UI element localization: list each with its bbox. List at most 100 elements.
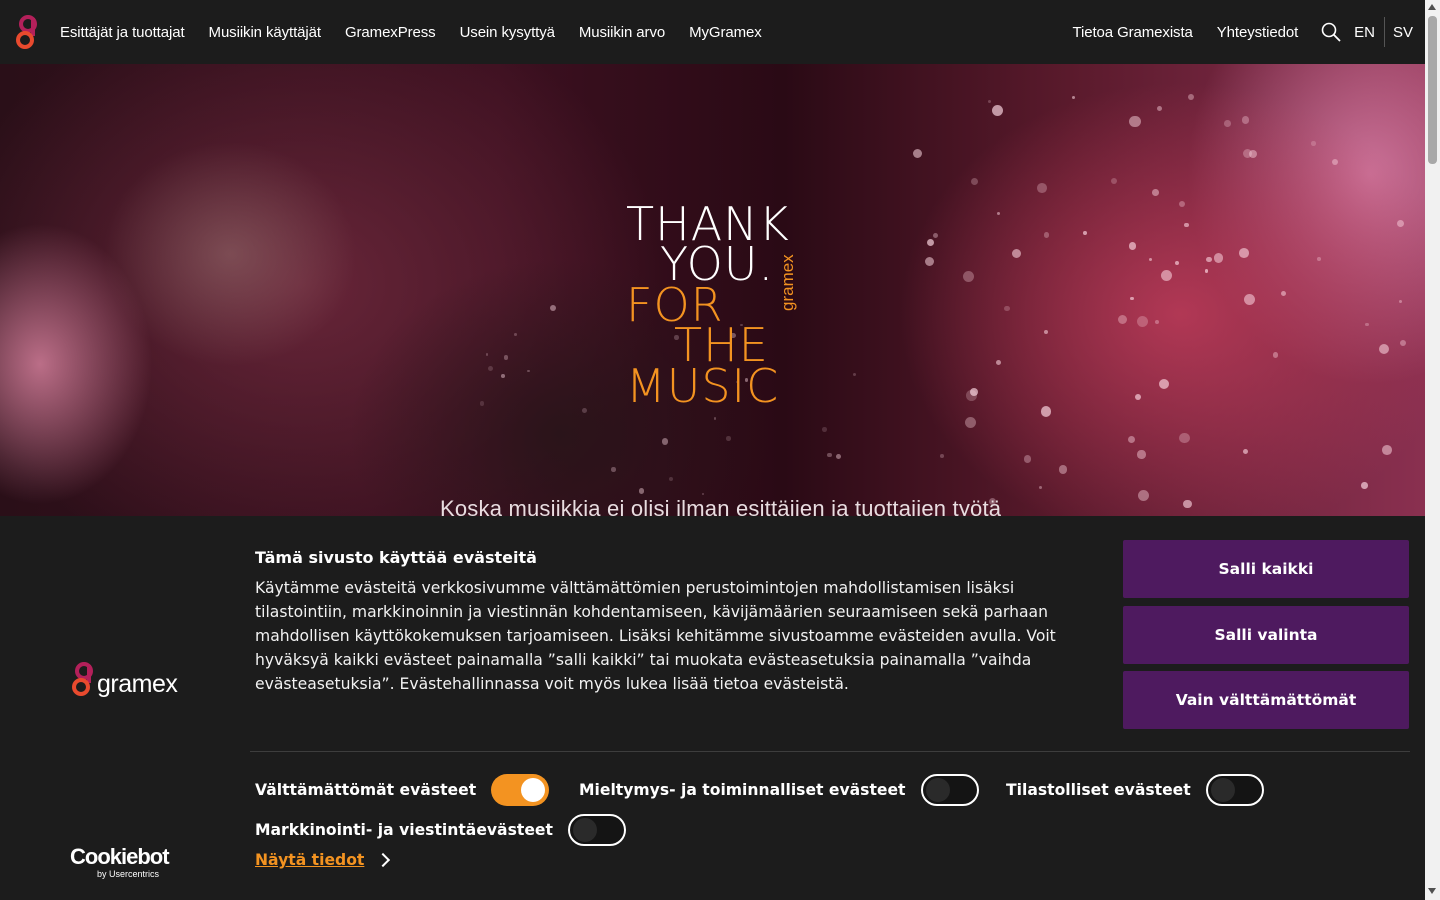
sparkle	[987, 99, 992, 104]
sparkle	[1058, 465, 1068, 474]
sparkle	[1148, 258, 1152, 262]
gramex-mark-icon	[72, 662, 93, 696]
sparkle	[962, 270, 975, 283]
sparkle	[1239, 248, 1249, 259]
scroll-up-arrow-icon[interactable]	[1428, 4, 1436, 10]
sparkle	[1137, 316, 1149, 328]
language-en[interactable]: EN	[1354, 24, 1375, 41]
sparkle	[1152, 189, 1159, 196]
toggle-preferences: Mieltymys- ja toiminnalliset evästeet	[579, 774, 979, 806]
marketing-cookies-switch[interactable]	[567, 814, 626, 846]
sparkle	[926, 238, 935, 247]
hero-subtitle: Koska musiikkia ei olisi ilman esittäjie…	[440, 496, 1002, 516]
cookie-description: Käytämme evästeitä verkkosivumme välttäm…	[255, 579, 1056, 693]
sparkle	[1311, 141, 1316, 146]
sparkle	[1317, 257, 1322, 261]
sparkle	[501, 374, 506, 379]
sparkle	[1158, 379, 1169, 390]
sparkle	[527, 369, 530, 373]
divider	[250, 751, 1410, 752]
sparkle	[1241, 116, 1250, 124]
sparkle	[1128, 436, 1136, 444]
sparkle	[1272, 352, 1279, 358]
switch-knob	[572, 818, 597, 842]
preference-cookies-switch[interactable]	[920, 774, 979, 806]
sparkle	[1206, 256, 1213, 263]
show-details-link[interactable]: Näytä tiedot	[255, 851, 391, 869]
nav-item-gramexpress[interactable]: GramexPress	[345, 24, 436, 41]
sparkle	[836, 454, 842, 460]
gramex-logo[interactable]	[14, 14, 38, 50]
page-scrollbar[interactable]	[1425, 0, 1440, 900]
nav-item-mygramex[interactable]: MyGramex	[689, 24, 762, 41]
sparkle	[1204, 269, 1209, 274]
toggle-statistics: Tilastolliset evästeet	[1006, 774, 1264, 806]
allow-selection-button[interactable]: Salli valinta	[1123, 606, 1409, 664]
nav-item-musiikin-arvo[interactable]: Musiikin arvo	[579, 24, 665, 41]
sparkle	[1188, 94, 1195, 101]
sparkle	[1043, 329, 1048, 335]
sparkle	[1398, 300, 1403, 304]
sparkle	[1242, 148, 1252, 158]
sparkle	[488, 365, 494, 372]
sparkle	[1038, 485, 1042, 489]
sparkle	[1110, 177, 1118, 185]
nav-item-musiikin-kayttajat[interactable]: Musiikin käyttäjät	[209, 24, 322, 41]
nav-item-usein-kysyttya[interactable]: Usein kysyttyä	[460, 24, 555, 41]
sparkle	[826, 452, 832, 458]
sparkle	[995, 360, 1001, 366]
toggle-label: Välttämättömät evästeet	[255, 781, 477, 799]
search-icon[interactable]	[1320, 21, 1342, 43]
sparkle	[822, 426, 827, 432]
sparkle	[996, 211, 1001, 215]
sparkle	[1364, 322, 1369, 327]
toggle-necessary: Välttämättömät evästeet	[255, 774, 550, 806]
sparkle	[611, 467, 616, 472]
sparkle	[713, 417, 717, 421]
sparkle	[1082, 231, 1087, 235]
sparkle	[1137, 450, 1146, 459]
sparkle	[912, 148, 923, 159]
sparkle	[1011, 249, 1022, 259]
toggle-marketing: Markkinointi- ja viestintäevästeet	[255, 814, 626, 846]
statistics-cookies-switch[interactable]	[1205, 774, 1264, 806]
sparkle	[668, 476, 674, 481]
sparkle	[1156, 105, 1163, 112]
sparkle	[726, 436, 731, 441]
nav-item-esittajat[interactable]: Esittäjät ja tuottajat	[60, 24, 185, 41]
sparkle	[1183, 499, 1193, 509]
cookiebot-logo[interactable]: Cookiebot by Usercentrics	[70, 846, 170, 880]
hero-banner: THANK YOU. FOR THE MUSIC gramex Koska mu…	[0, 64, 1425, 516]
sparkle	[1213, 252, 1224, 263]
sparkle	[480, 401, 485, 406]
brand-word: gramex	[97, 670, 178, 698]
cookie-title: Tämä sivusto käyttää evästeitä	[255, 548, 537, 567]
sparkle	[991, 105, 1004, 117]
switch-knob	[925, 778, 950, 802]
toggle-label: Markkinointi- ja viestintäevästeet	[255, 821, 553, 839]
language-sv[interactable]: SV	[1393, 24, 1413, 41]
sparkle	[1161, 270, 1173, 282]
scroll-down-arrow-icon[interactable]	[1428, 888, 1436, 894]
allow-all-button[interactable]: Salli kaikki	[1123, 540, 1409, 598]
gramex-brand-logo: gramex	[70, 661, 178, 698]
necessary-cookies-switch[interactable]	[491, 774, 550, 806]
sparkle	[1130, 296, 1135, 301]
sparkle	[1037, 183, 1047, 194]
show-details-label: Näytä tiedot	[255, 851, 365, 869]
nav-item-tietoa-gramexista[interactable]: Tietoa Gramexista	[1072, 24, 1192, 41]
sparkle	[1128, 115, 1141, 128]
sparkle	[1179, 432, 1190, 444]
toggle-label: Mieltymys- ja toiminnalliset evästeet	[579, 781, 906, 799]
hero-brand-vertical: gramex	[778, 254, 797, 311]
scrollbar-thumb[interactable]	[1428, 16, 1437, 164]
necessary-only-button[interactable]: Vain välttämättömät	[1123, 671, 1409, 729]
nav-item-yhteystiedot[interactable]: Yhteystiedot	[1217, 24, 1298, 41]
sparkle	[1243, 449, 1249, 455]
sparkle	[1244, 293, 1256, 305]
sparkle	[503, 355, 509, 360]
sparkle	[1004, 305, 1010, 312]
sparkle	[1040, 405, 1052, 417]
sparkle	[638, 488, 645, 495]
sparkle	[701, 492, 705, 496]
